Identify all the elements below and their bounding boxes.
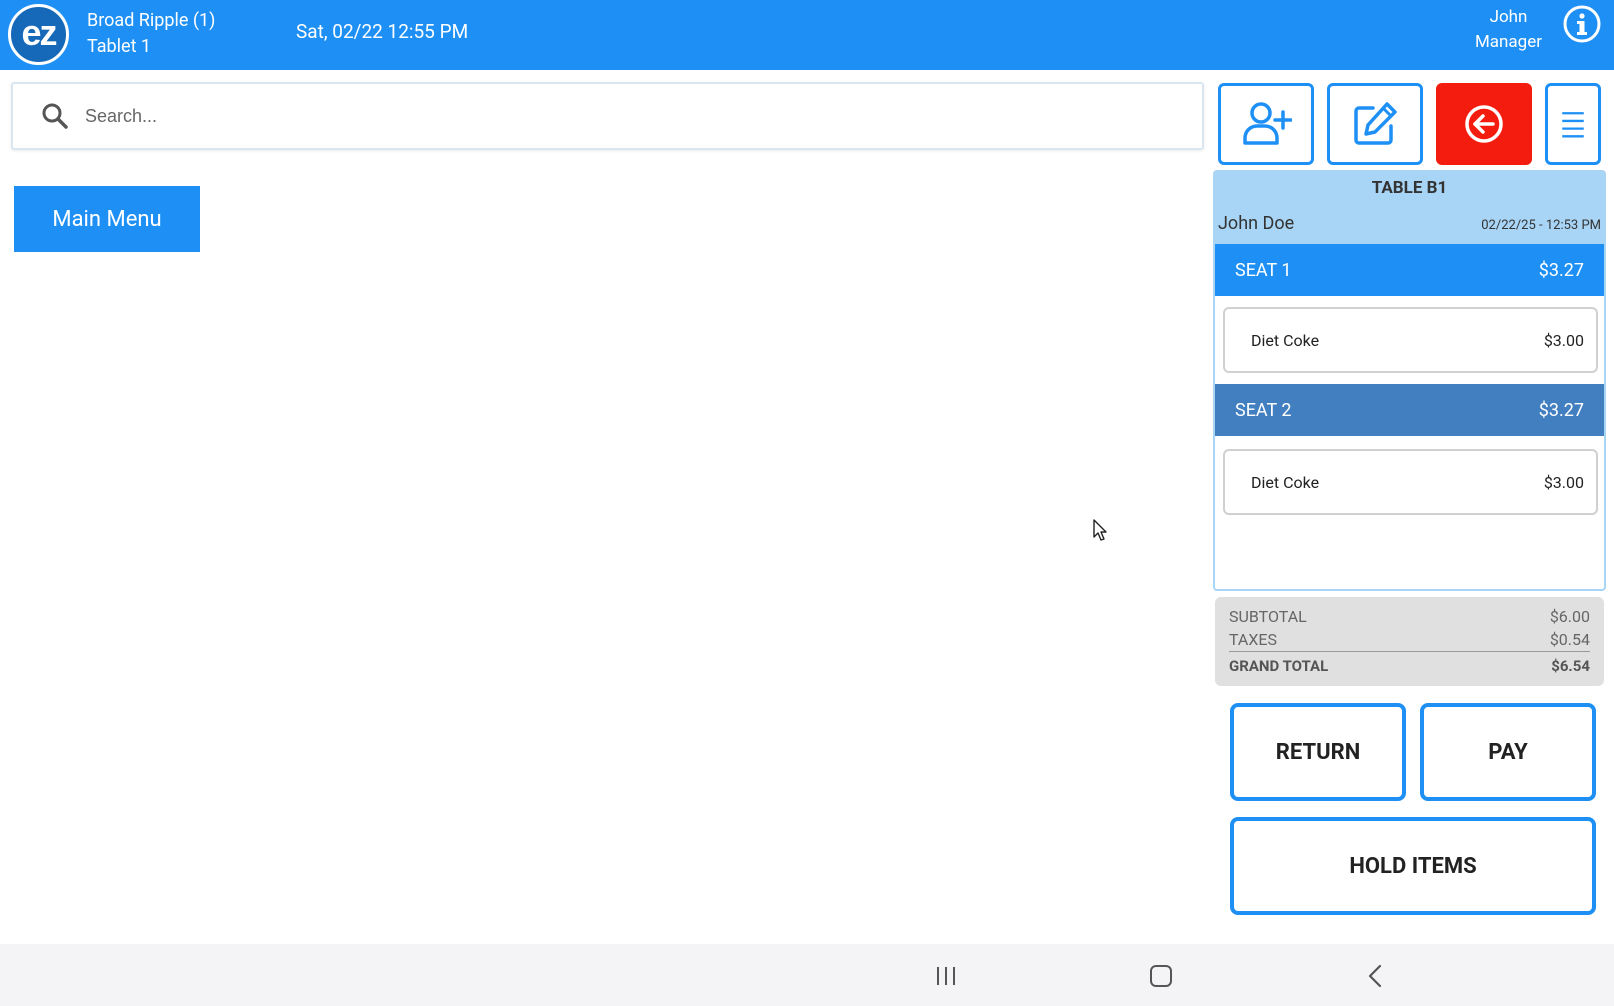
subtotal-value: $6.00	[1549, 607, 1590, 626]
app-header: ez Broad Ripple (1) Tablet 1 Sat, 02/22 …	[0, 0, 1614, 70]
recent-apps-icon[interactable]	[935, 966, 957, 986]
order-timestamp: 02/22/25 - 12:53 PM	[1481, 218, 1601, 233]
totals-panel: SUBTOTAL $6.00 TAXES $0.54 GRAND TOTAL $…	[1215, 597, 1604, 686]
order-header: TABLE B1 John Doe 02/22/25 - 12:53 PM	[1215, 172, 1604, 244]
mouse-cursor-icon	[1093, 519, 1107, 541]
back-chevron-icon[interactable]	[1367, 964, 1383, 988]
hamburger-menu-icon	[1562, 112, 1584, 138]
totals-divider	[1229, 651, 1590, 652]
grand-total-label: GRAND TOTAL	[1229, 657, 1329, 675]
seat-total: $3.27	[1538, 400, 1584, 421]
customer-name[interactable]: John Doe	[1218, 213, 1294, 234]
search-input[interactable]	[85, 96, 1165, 136]
system-navigation-bar	[0, 944, 1614, 1006]
search-bar	[11, 82, 1204, 150]
taxes-value: $0.54	[1549, 630, 1590, 649]
logo-text: ez	[21, 11, 57, 53]
order-item[interactable]: Diet Coke $3.00	[1223, 449, 1598, 515]
taxes-label: TAXES	[1229, 630, 1277, 649]
store-name: Broad Ripple (1)	[87, 10, 216, 31]
ez-logo: ez	[8, 4, 69, 65]
seat-total: $3.27	[1538, 260, 1584, 281]
edit-order-button[interactable]	[1327, 83, 1423, 165]
user-plus-icon	[1243, 102, 1292, 145]
main-menu-button[interactable]: Main Menu	[14, 186, 200, 252]
item-price: $3.00	[1543, 331, 1584, 350]
info-circle-icon[interactable]	[1562, 4, 1602, 44]
exit-order-button[interactable]	[1436, 83, 1532, 165]
subtotal-label: SUBTOTAL	[1229, 607, 1307, 626]
seat-label: SEAT 2	[1235, 400, 1292, 421]
seat-row[interactable]: SEAT 2 $3.27	[1215, 384, 1604, 436]
subtotal-row: SUBTOTAL $6.00	[1229, 607, 1590, 626]
current-datetime: Sat, 02/22 12:55 PM	[296, 20, 469, 43]
user-role: Manager	[1474, 32, 1542, 52]
order-item[interactable]: Diet Coke $3.00	[1223, 307, 1598, 373]
seat-label: SEAT 1	[1235, 260, 1292, 281]
grand-total-row: GRAND TOTAL $6.54	[1229, 657, 1590, 675]
return-button[interactable]: RETURN	[1230, 703, 1406, 801]
edit-icon	[1354, 102, 1397, 145]
table-name: TABLE B1	[1371, 178, 1448, 198]
store-info: Broad Ripple (1) Tablet 1	[87, 8, 215, 60]
add-customer-button[interactable]	[1218, 83, 1314, 165]
item-name: Diet Coke	[1251, 473, 1320, 492]
menu-button[interactable]	[1545, 83, 1601, 165]
home-icon[interactable]	[1150, 965, 1172, 987]
grand-total-value: $6.54	[1551, 657, 1590, 675]
user-info[interactable]: John Manager	[1475, 5, 1542, 55]
user-name: John	[1489, 7, 1528, 27]
taxes-row: TAXES $0.54	[1229, 630, 1590, 649]
seat-row[interactable]: SEAT 1 $3.27	[1215, 244, 1604, 296]
item-price: $3.00	[1543, 473, 1584, 492]
pay-button[interactable]: PAY	[1420, 703, 1596, 801]
circle-arrow-left-icon	[1465, 105, 1503, 143]
device-name: Tablet 1	[87, 36, 152, 57]
hold-items-button[interactable]: HOLD ITEMS	[1230, 817, 1596, 915]
item-name: Diet Coke	[1251, 331, 1320, 350]
order-panel: TABLE B1 John Doe 02/22/25 - 12:53 PM SE…	[1213, 170, 1606, 591]
search-icon	[42, 103, 68, 129]
